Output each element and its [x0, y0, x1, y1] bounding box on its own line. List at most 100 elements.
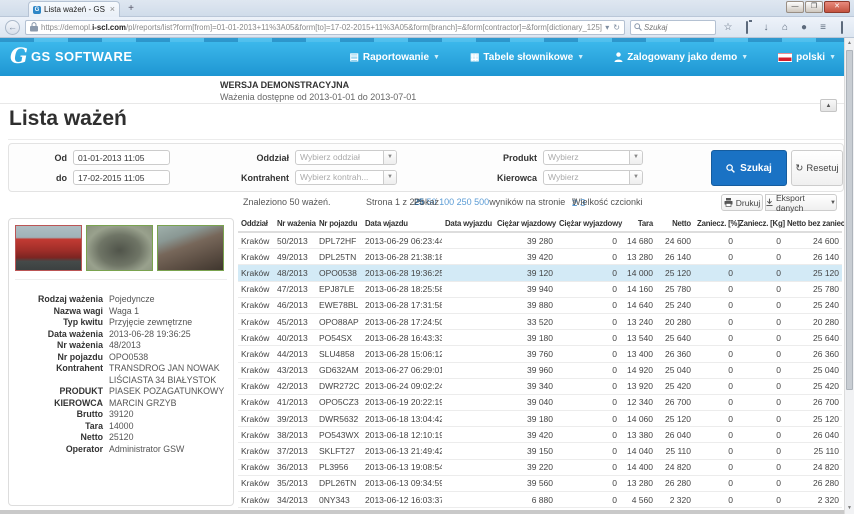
detail-value: Przyjęcie zewnętrzne: [109, 317, 225, 329]
table-row[interactable]: Kraków 49/2013 DPL25TN 2013-06-28 21:38:…: [238, 249, 842, 265]
table-row[interactable]: Kraków 36/2013 PL3956 2013-06-13 19:08:5…: [238, 459, 842, 475]
cell-zaniecz-kg: 0: [736, 475, 784, 491]
cell-data-wjazdu: 2013-06-13 09:34:59: [362, 475, 442, 491]
cell-data-wjazdu: 2013-06-28 17:24:50: [362, 313, 442, 329]
font-size-1[interactable]: 1: [572, 197, 576, 206]
cell-zaniecz-proc: 0: [694, 346, 736, 362]
browser-tab[interactable]: G Lista ważeń - GS Panel ×: [28, 1, 120, 17]
contractor-select[interactable]: Wybierz kontrah...▼: [295, 170, 397, 185]
table-row[interactable]: Kraków 50/2013 DPL72HF 2013-06-29 06:23:…: [238, 232, 842, 249]
table-row[interactable]: Kraków 40/2013 PO54SX 2013-06-28 16:43:3…: [238, 330, 842, 346]
table-row[interactable]: Kraków 45/2013 OPO88AP 2013-06-28 17:24:…: [238, 313, 842, 329]
downloads-icon[interactable]: ↓: [759, 20, 773, 35]
browser-toolbar: ← https://demopl.i-scl.com/pl/reports/li…: [0, 17, 854, 38]
url-bar[interactable]: https://demopl.i-scl.com/pl/reports/list…: [25, 20, 625, 35]
page-size-100[interactable]: 100: [439, 197, 454, 207]
cell-zaniecz-kg: 0: [736, 249, 784, 265]
reload-icon[interactable]: ↻: [613, 23, 620, 32]
table-row[interactable]: Kraków 48/2013 OPO0538 2013-06-28 19:36:…: [238, 265, 842, 281]
table-row[interactable]: Kraków 38/2013 PO543WX 2013-06-18 12:10:…: [238, 427, 842, 443]
cell-zaniecz-proc: 0: [694, 313, 736, 329]
export-data-button[interactable]: Eksport danych ▼: [765, 194, 837, 211]
table-row[interactable]: Kraków 34/2013 0NY343 2013-06-12 16:03:3…: [238, 492, 842, 508]
table-row[interactable]: Kraków 46/2013 EWE78BL 2013-06-28 17:31:…: [238, 297, 842, 313]
table-row[interactable]: Kraków 42/2013 DWR272C 2013-06-24 09:02:…: [238, 378, 842, 394]
collapse-panel-button[interactable]: ▲: [820, 99, 837, 112]
detail-value: Administrator GSW: [109, 444, 225, 456]
table-row[interactable]: Kraków 43/2013 GD632AM 2013-06-27 06:29:…: [238, 362, 842, 378]
column-header[interactable]: Data wyjazdu: [442, 216, 494, 232]
detail-label: KIEROWCA: [15, 398, 103, 410]
detail-value: 39120: [109, 409, 225, 421]
column-header[interactable]: Nr pojazdu: [316, 216, 362, 232]
cell-zaniecz-kg: 0: [736, 232, 784, 249]
nav-item-tabele-slownikowe[interactable]: ▦ Tabele słownikowe ▼: [470, 52, 584, 63]
table-row[interactable]: Kraków 47/2013 EPJ87LE 2013-06-28 18:25:…: [238, 281, 842, 297]
detail-row: Typ kwitu Przyjęcie zewnętrzne: [15, 317, 227, 329]
column-header[interactable]: Zaniecz. [Kg]: [736, 216, 784, 232]
page-title: Lista ważeń: [9, 107, 127, 131]
column-header[interactable]: Oddział: [238, 216, 274, 232]
search-button[interactable]: Szukaj: [711, 150, 787, 186]
nav-item-raportowanie[interactable]: ▤ Raportowanie ▼: [349, 52, 440, 63]
scrollbar-up-icon[interactable]: ▲: [845, 39, 854, 48]
scrollbar-down-icon[interactable]: ▼: [845, 504, 854, 513]
bookmark-star-icon[interactable]: ☆: [721, 20, 735, 35]
column-header[interactable]: Netto bez zaniecz.: [784, 216, 842, 232]
gs-software-logo[interactable]: G GS SOFTWARE: [10, 46, 133, 66]
column-header[interactable]: Nr ważenia: [274, 216, 316, 232]
new-tab-button[interactable]: +: [124, 3, 138, 16]
bookmarks-icon[interactable]: [740, 20, 754, 35]
tab-close-icon[interactable]: ×: [110, 5, 115, 14]
nav-item-language[interactable]: polski ▼: [778, 52, 836, 63]
weighing-detail-panel: Rodzaj ważenia Pojedyncze Nazwa wagi Wag…: [8, 218, 234, 506]
cell-zaniecz-kg: 0: [736, 346, 784, 362]
table-row[interactable]: Kraków 39/2013 DWR5632 2013-06-18 13:04:…: [238, 411, 842, 427]
cell-tara: 13 240: [620, 313, 656, 329]
browser-scrollbar[interactable]: ▲ ▼: [844, 38, 854, 514]
account-icon[interactable]: ●: [797, 20, 811, 35]
column-header[interactable]: Tara: [620, 216, 656, 232]
column-header[interactable]: Netto: [656, 216, 694, 232]
cell-zaniecz-kg: 0: [736, 313, 784, 329]
table-row[interactable]: Kraków 35/2013 DPL26TN 2013-06-13 09:34:…: [238, 475, 842, 491]
back-button[interactable]: ←: [5, 20, 20, 35]
weighing-photo-front[interactable]: [15, 225, 82, 271]
cell-ciezar-wjazdowy: 39 760: [494, 346, 556, 362]
date-to-input[interactable]: [73, 170, 170, 185]
scrollbar-thumb[interactable]: [846, 50, 853, 390]
detail-value: 25120: [109, 432, 225, 444]
print-button[interactable]: Drukuj: [721, 194, 763, 211]
reset-button[interactable]: ↻ Resetuj: [791, 150, 843, 186]
window-close-button[interactable]: ✕: [824, 1, 850, 13]
table-row[interactable]: Kraków 44/2013 SLU4858 2013-06-28 15:06:…: [238, 346, 842, 362]
cell-ciezar-wyjazdowy: 0: [556, 492, 620, 508]
home-icon[interactable]: ⌂: [778, 20, 792, 35]
browser-search-box[interactable]: [630, 20, 716, 35]
window-restore-button[interactable]: ❐: [805, 1, 823, 13]
column-header[interactable]: Ciężar wjazdowy: [494, 216, 556, 232]
page-size-250[interactable]: 250: [457, 197, 472, 207]
cell-netto: 2 320: [656, 492, 694, 508]
window-minimize-button[interactable]: —: [786, 1, 804, 13]
column-header[interactable]: Zaniecz. [%]: [694, 216, 736, 232]
browser-tab-bar: G Lista ważeń - GS Panel × + — ❐ ✕: [0, 0, 854, 17]
nav-item-user[interactable]: Zalogowany jako demo ▼: [614, 52, 748, 63]
driver-select[interactable]: Wybierz▼: [543, 170, 643, 185]
cell-netto: 26 360: [656, 346, 694, 362]
page-size-500[interactable]: 500: [474, 197, 489, 207]
table-row[interactable]: Kraków 41/2013 OPO5CZ3 2013-06-19 20:22:…: [238, 394, 842, 410]
browser-search-input[interactable]: [644, 23, 704, 32]
menu-hamburger-icon[interactable]: ≡: [816, 20, 830, 35]
column-header[interactable]: Data wjazdu: [362, 216, 442, 232]
date-from-input[interactable]: [73, 150, 170, 165]
table-row[interactable]: Kraków 37/2013 SKLFT27 2013-06-13 21:49:…: [238, 443, 842, 459]
column-header[interactable]: Ciężar wyjazdowy: [556, 216, 620, 232]
branch-select[interactable]: Wybierz oddział▼: [295, 150, 397, 165]
sidebar-toggle-icon[interactable]: [835, 20, 849, 35]
product-select[interactable]: Wybierz▼: [543, 150, 643, 165]
weighing-photo-top[interactable]: [86, 225, 153, 271]
url-dropdown-icon[interactable]: ▾: [605, 23, 609, 32]
weighing-photo-rear[interactable]: [157, 225, 224, 271]
cell-nr-wazenia: 47/2013: [274, 281, 316, 297]
